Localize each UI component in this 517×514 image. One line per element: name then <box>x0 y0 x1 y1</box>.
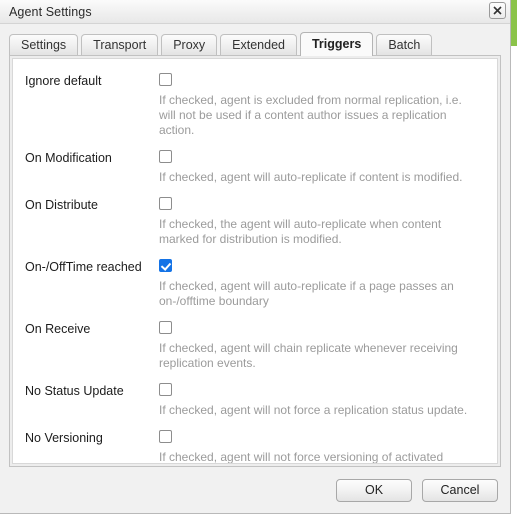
setting-label-ignore-default: Ignore default <box>25 74 102 88</box>
setting-body-on-modification: If checked, agent will auto-replicate if… <box>159 150 485 185</box>
setting-description-no-status-update: If checked, agent will not force a repli… <box>159 403 468 417</box>
setting-description-on-distribute: If checked, the agent will auto-replicat… <box>159 217 442 246</box>
tab-batch[interactable]: Batch <box>376 34 433 56</box>
setting-label-on-offtime-reached: On-/OffTime reached <box>25 260 142 274</box>
setting-label-no-versioning: No Versioning <box>25 431 103 445</box>
setting-row-ignore-default: Ignore default If checked, agent is exclu… <box>25 73 485 138</box>
checkbox-on-receive[interactable] <box>159 321 172 334</box>
agent-settings-dialog: Agent Settings Settings Transport Proxy Ext… <box>0 0 511 514</box>
ok-button[interactable]: OK <box>336 478 412 502</box>
setting-label-on-modification: On Modification <box>25 151 112 165</box>
setting-row-on-offtime-reached: On-/OffTime reached If checked, agent wil… <box>25 259 485 309</box>
setting-description-ignore-default: If checked, agent is excluded from norma… <box>159 93 462 137</box>
setting-label-no-status-update: No Status Update <box>25 384 124 398</box>
setting-body-on-distribute: If checked, the agent will auto-replicat… <box>159 197 485 247</box>
dialog-title: Agent Settings <box>9 4 92 19</box>
setting-description-on-offtime-reached: If checked, agent will auto-replicate if… <box>159 279 454 308</box>
setting-row-on-distribute: On Distribute If checked, the agent will … <box>25 197 485 247</box>
setting-body-on-offtime-reached: If checked, agent will auto-replicate if… <box>159 259 485 309</box>
tab-triggers[interactable]: Triggers <box>299 32 374 56</box>
tab-content-panel-frame: Ignore default If checked, agent is exclu… <box>9 55 501 467</box>
dialog-titlebar: Agent Settings <box>0 0 510 24</box>
setting-label-on-receive: On Receive <box>25 322 91 336</box>
triggers-form: Ignore default If checked, agent is exclu… <box>12 58 498 464</box>
setting-description-no-versioning: If checked, agent will not force version… <box>159 450 444 464</box>
setting-description-on-modification: If checked, agent will auto-replicate if… <box>159 170 463 184</box>
accent-stripe <box>511 0 517 46</box>
tab-transport[interactable]: Transport <box>81 34 159 56</box>
checkbox-on-offtime-reached[interactable] <box>159 259 172 272</box>
setting-description-on-receive: If checked, agent will chain replicate w… <box>159 341 458 370</box>
setting-body-no-status-update: If checked, agent will not force a repli… <box>159 383 485 418</box>
dialog-footer: OK Cancel <box>0 467 510 513</box>
setting-row-no-versioning: No Versioning If checked, agent will not … <box>25 430 485 464</box>
checkbox-no-status-update[interactable] <box>159 383 172 396</box>
checkbox-on-distribute[interactable] <box>159 197 172 210</box>
checkbox-on-modification[interactable] <box>159 150 172 163</box>
setting-label-on-distribute: On Distribute <box>25 198 98 212</box>
setting-row-on-receive: On Receive If checked, agent will chain r… <box>25 321 485 371</box>
setting-row-no-status-update: No Status Update If checked, agent will n… <box>25 383 485 418</box>
cancel-button[interactable]: Cancel <box>422 478 498 502</box>
checkbox-ignore-default[interactable] <box>159 73 172 86</box>
setting-row-on-modification: On Modification If checked, agent will au… <box>25 150 485 185</box>
tab-settings[interactable]: Settings <box>9 34 79 56</box>
checkbox-no-versioning[interactable] <box>159 430 172 443</box>
tab-extended[interactable]: Extended <box>220 34 297 56</box>
setting-body-no-versioning: If checked, agent will not force version… <box>159 430 485 464</box>
setting-body-ignore-default: If checked, agent is excluded from norma… <box>159 73 485 138</box>
setting-body-on-receive: If checked, agent will chain replicate w… <box>159 321 485 371</box>
tab-proxy[interactable]: Proxy <box>161 34 218 56</box>
close-icon[interactable] <box>489 2 506 19</box>
tab-strip: Settings Transport Proxy Extended Triggers Ba… <box>0 30 510 56</box>
